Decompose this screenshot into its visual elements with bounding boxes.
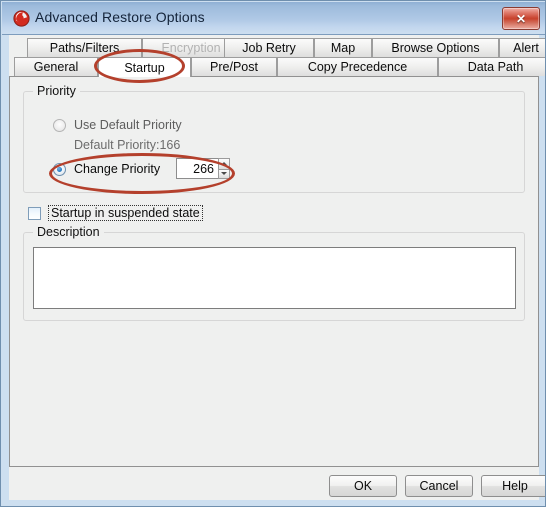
tab-row-lower: General Startup Pre/Post Copy Precedence… <box>9 57 545 77</box>
cancel-button[interactable]: Cancel <box>405 475 473 497</box>
description-input[interactable] <box>33 247 516 309</box>
use-default-priority-label: Use Default Priority <box>74 118 182 132</box>
tab-row-upper: Paths/Filters Encryption Job Retry Map B… <box>9 38 545 57</box>
startup-tab-panel: Priority Use Default Priority Default Pr… <box>9 76 539 467</box>
chevron-down-icon <box>221 172 227 176</box>
startup-suspended-checkbox-row[interactable]: Startup in suspended state <box>28 205 203 221</box>
description-group-title: Description <box>33 225 104 239</box>
help-button-label: Help <box>502 479 528 493</box>
tab-label: Startup <box>124 60 165 75</box>
priority-group-title: Priority <box>33 84 80 98</box>
priority-stepper[interactable] <box>176 158 230 179</box>
priority-decrement-button[interactable] <box>218 168 230 179</box>
priority-group: Priority Use Default Priority Default Pr… <box>23 84 525 193</box>
tab-label: General <box>33 60 79 74</box>
priority-increment-button[interactable] <box>218 158 230 169</box>
chevron-up-icon <box>221 162 227 166</box>
tab-label: Encryption <box>161 41 221 55</box>
ok-button-label: OK <box>353 479 373 493</box>
close-button[interactable]: ✕ <box>502 7 540 30</box>
tab-label: Map <box>330 41 356 55</box>
tab-data-path[interactable]: Data Path <box>438 57 545 76</box>
tab-strip: Paths/Filters Encryption Job Retry Map B… <box>9 38 545 77</box>
tab-copy-precedence[interactable]: Copy Precedence <box>277 57 438 76</box>
tab-general[interactable]: General <box>14 57 98 76</box>
tab-label: Job Retry <box>242 41 296 55</box>
description-group: Description <box>23 225 525 321</box>
tab-label: Data Path <box>467 60 524 74</box>
cancel-button-label: Cancel <box>419 479 459 493</box>
tab-browse-options[interactable]: Browse Options <box>372 38 499 57</box>
tab-label: Alert <box>513 41 539 55</box>
priority-spin-buttons[interactable] <box>218 158 230 179</box>
use-default-priority-radio[interactable] <box>53 118 66 132</box>
change-priority-label: Change Priority <box>74 162 161 176</box>
tab-label: Browse Options <box>391 41 480 55</box>
close-icon: ✕ <box>515 11 527 26</box>
change-priority-radio-row[interactable]: Change Priority <box>53 162 160 176</box>
tab-label: Copy Precedence <box>307 60 408 74</box>
use-default-priority-radio-row[interactable]: Use Default Priority <box>53 118 182 132</box>
tab-label: Pre/Post <box>210 60 258 74</box>
tab-alert[interactable]: Alert <box>499 38 545 57</box>
window-title: Advanced Restore Options <box>35 9 205 25</box>
help-button[interactable]: Help <box>481 475 545 497</box>
title-bar: Advanced Restore Options ✕ <box>2 2 545 35</box>
tab-paths-filters[interactable]: Paths/Filters <box>27 38 142 57</box>
change-priority-radio[interactable] <box>53 162 66 176</box>
default-priority-value-text: Default Priority:166 <box>74 138 181 152</box>
tab-startup[interactable]: Startup <box>98 57 191 77</box>
tab-job-retry[interactable]: Job Retry <box>224 38 314 57</box>
app-logo-icon <box>13 10 30 27</box>
dialog-window: Advanced Restore Options ✕ Paths/Filters… <box>0 0 546 507</box>
startup-suspended-checkbox[interactable] <box>28 206 41 220</box>
tab-map[interactable]: Map <box>314 38 372 57</box>
priority-input[interactable] <box>176 158 218 179</box>
tab-label: Paths/Filters <box>49 41 120 55</box>
startup-suspended-label: Startup in suspended state <box>48 205 203 221</box>
dialog-client-area: Paths/Filters Encryption Job Retry Map B… <box>9 35 545 500</box>
ok-button[interactable]: OK <box>329 475 397 497</box>
tab-pre-post[interactable]: Pre/Post <box>191 57 277 76</box>
